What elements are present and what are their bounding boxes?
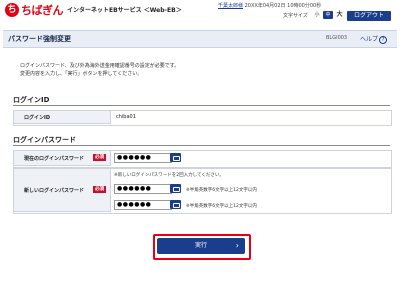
software-keyboard-icon[interactable] [170, 153, 181, 162]
help-icon: ? [379, 35, 388, 44]
software-keyboard-icon[interactable] [170, 184, 181, 193]
font-size-small-button[interactable]: 小 [313, 11, 321, 19]
password-rule-text: ※半角英数字6文字以上12文字以内 [186, 188, 257, 193]
required-badge: 必須 [93, 186, 106, 193]
bank-logo: ちばぎん [21, 4, 64, 17]
submit-button[interactable]: 実行 › [157, 238, 245, 254]
help-label: ヘルプ [360, 36, 379, 43]
font-size-large-button[interactable]: 大 [335, 11, 344, 19]
section-divider [13, 105, 390, 106]
bank-logo-icon: ち [5, 3, 19, 17]
section-divider [13, 145, 390, 146]
submit-label: 実行 [194, 242, 207, 249]
chevron-right-icon: › [235, 241, 239, 250]
login-id-value: chiba01 [116, 114, 136, 120]
software-keyboard-icon[interactable] [170, 200, 181, 209]
new-password-input[interactable]: ●●●●●● [114, 184, 172, 194]
required-badge: 必須 [93, 154, 106, 161]
logout-button[interactable]: ログアウト [347, 11, 391, 21]
new-password-confirm-input[interactable]: ●●●●●● [114, 200, 172, 210]
help-link[interactable]: ヘルプ? [360, 34, 388, 44]
screen-id: BLGI003 [326, 35, 348, 41]
font-size-medium-button[interactable]: 中 [323, 11, 333, 19]
new-password-note: ※新しいログインパスワードを2回入力してください。 [114, 173, 224, 178]
instruction-text: 変更内容を入力し、「実行」ボタンを押してください。 [20, 71, 143, 77]
password-rule-text: ※半角英数字6文字以上12文字以内 [186, 204, 257, 209]
login-password-heading: ログインパスワード [13, 136, 76, 144]
login-id-heading: ログインID [13, 96, 50, 104]
font-size-label: 文字サイズ [283, 13, 308, 19]
user-name-link[interactable]: 千葉太郎様 [218, 3, 243, 9]
instruction-text: ログインパスワード、及び外為海外送金用確認番号の設定が必要です。 [20, 63, 180, 69]
page-title: パスワード強制変更 [8, 35, 71, 43]
user-info: 千葉太郎様 20XX年04月02日 10時00分00秒 [218, 2, 321, 9]
current-password-input[interactable]: ●●●●●● [114, 153, 172, 163]
last-login: 20XX年04月02日 10時00分00秒 [244, 3, 322, 9]
service-name: インターネットEBサービス ＜Web-EB＞ [67, 7, 182, 14]
login-id-label: ログインID [13, 110, 111, 124]
